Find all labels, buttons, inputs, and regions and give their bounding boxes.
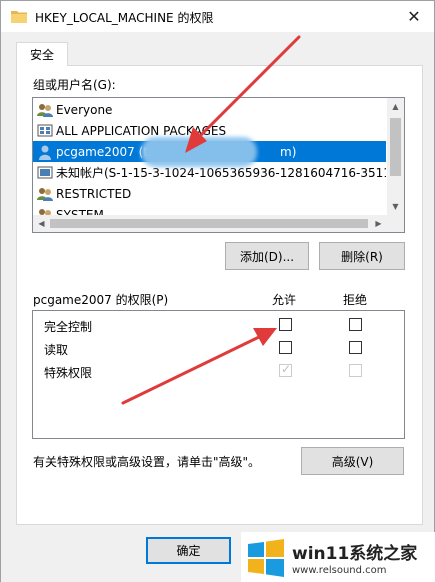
advanced-hint: 有关特殊权限或高级设置，请单击"高级"。 bbox=[33, 455, 261, 469]
vertical-scrollbar[interactable]: ▲ ▼ bbox=[387, 98, 404, 215]
unknown-account-icon bbox=[37, 165, 53, 181]
add-button[interactable]: 添加(D)... bbox=[225, 242, 309, 270]
ok-button[interactable]: 确定 bbox=[146, 537, 231, 564]
list-item[interactable]: RESTRICTED bbox=[33, 183, 386, 204]
groups-label: 组或用户名(G): bbox=[33, 78, 116, 92]
user-icon bbox=[37, 144, 53, 160]
deny-read-checkbox[interactable] bbox=[349, 341, 362, 354]
deny-header: 拒绝 bbox=[343, 293, 368, 307]
group-icon bbox=[37, 102, 53, 118]
allow-read-checkbox[interactable] bbox=[279, 341, 292, 354]
group-icon bbox=[37, 186, 53, 202]
scroll-down-icon[interactable]: ▼ bbox=[387, 198, 404, 215]
title-bar: HKEY_LOCAL_MACHINE 的权限 ✕ bbox=[1, 1, 434, 32]
permissions-dialog: HKEY_LOCAL_MACHINE 的权限 ✕ 安全 组或用户名(G): Ev… bbox=[0, 0, 435, 582]
permission-name: 读取 bbox=[44, 343, 69, 357]
folder-icon bbox=[11, 11, 27, 23]
close-button[interactable]: ✕ bbox=[394, 1, 434, 32]
deny-special-checkbox bbox=[349, 364, 362, 377]
permissions-label: pcgame2007 的权限(P) bbox=[33, 293, 169, 307]
tab-security-label: 安全 bbox=[29, 48, 54, 62]
deny-full-control-checkbox[interactable] bbox=[349, 318, 362, 331]
remove-button[interactable]: 删除(R) bbox=[319, 242, 405, 270]
scroll-thumb[interactable] bbox=[50, 219, 368, 228]
add-button-label: 添加(D)... bbox=[239, 249, 295, 264]
list-item-label: Everyone bbox=[56, 102, 113, 117]
allow-full-control-checkbox[interactable] bbox=[279, 318, 292, 331]
permission-name: 特殊权限 bbox=[44, 366, 93, 380]
list-item[interactable]: Everyone bbox=[33, 99, 386, 120]
permission-name: 完全控制 bbox=[44, 320, 93, 334]
remove-button-label: 删除(R) bbox=[341, 249, 383, 264]
tab-security[interactable]: 安全 bbox=[16, 42, 68, 66]
allow-header: 允许 bbox=[272, 293, 297, 307]
scroll-right-icon[interactable]: ▶ bbox=[370, 215, 387, 232]
window-title: HKEY_LOCAL_MACHINE 的权限 bbox=[35, 11, 214, 25]
list-item-label: ALL APPLICATION PACKAGES bbox=[56, 123, 227, 138]
advanced-button-label: 高级(V) bbox=[331, 454, 374, 469]
close-icon: ✕ bbox=[407, 7, 421, 26]
list-item-label-start: pcgame2007 (t bbox=[56, 144, 148, 159]
horizontal-scrollbar[interactable]: ◀ ▶ bbox=[33, 215, 404, 232]
scroll-left-icon[interactable]: ◀ bbox=[33, 215, 50, 232]
list-item-label: RESTRICTED bbox=[56, 186, 132, 201]
windows-logo-icon bbox=[248, 538, 284, 577]
packages-icon bbox=[37, 123, 53, 139]
privacy-blur bbox=[141, 137, 257, 167]
checkmark-icon: ✓ bbox=[281, 362, 292, 376]
watermark-title: win11系统之家 bbox=[292, 544, 418, 564]
advanced-button[interactable]: 高级(V) bbox=[301, 447, 404, 475]
list-item-label-end: m) bbox=[280, 144, 297, 159]
ok-button-label: 确定 bbox=[176, 544, 201, 558]
scroll-thumb[interactable] bbox=[390, 118, 401, 176]
allow-special-checkbox: ✓ bbox=[279, 362, 292, 377]
watermark-url: www.relsound.com bbox=[292, 565, 387, 576]
scroll-up-icon[interactable]: ▲ bbox=[387, 98, 404, 115]
site-watermark: win11系统之家 www.relsound.com bbox=[241, 532, 435, 582]
